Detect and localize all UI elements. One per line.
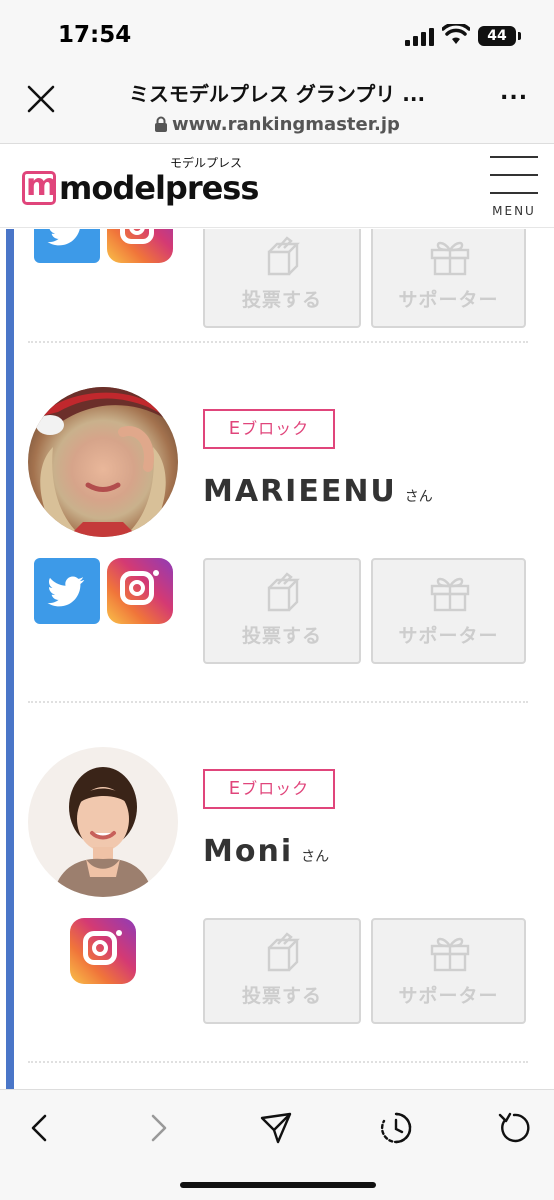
vote-button[interactable]: 投票する [203, 918, 361, 1024]
block-badge: Eブロック [203, 769, 335, 809]
instagram-icon[interactable] [107, 229, 173, 263]
supporter-button[interactable]: サポーター [371, 558, 526, 664]
logo-text: modelpress [59, 169, 259, 207]
lock-icon [155, 116, 168, 132]
close-icon[interactable] [26, 84, 56, 114]
history-icon[interactable] [378, 1110, 414, 1146]
share-icon[interactable] [258, 1110, 294, 1146]
url-text: www.rankingmaster.jp [172, 114, 400, 135]
entry-list: 投票する サポーター Eブロック MARIEENU さん 投票する サポーター … [0, 229, 554, 1089]
home-indicator[interactable] [180, 1182, 376, 1188]
contestant-name-text: Moni [203, 834, 294, 869]
vote-label: 投票する [241, 625, 322, 647]
vote-button[interactable]: 投票する [203, 558, 361, 664]
avatar-photo [28, 387, 178, 537]
forward-icon[interactable] [140, 1110, 176, 1146]
entry-divider [28, 341, 528, 343]
supporter-label: サポーター [398, 289, 499, 311]
modelpress-logo[interactable]: modelpress モデルプレス [22, 156, 259, 207]
honorific: さん [301, 849, 330, 865]
entry-divider [28, 701, 528, 703]
logo-subtext: モデルプレス [170, 156, 243, 170]
supporter-button[interactable]: サポーター [371, 229, 526, 328]
block-letter: E [228, 418, 242, 439]
vote-button[interactable]: 投票する [203, 229, 361, 328]
supporter-button[interactable]: サポーター [371, 918, 526, 1024]
gift-icon [430, 241, 470, 276]
side-rail [6, 229, 14, 1089]
block-letter: E [228, 778, 242, 799]
cellular-signal-icon [405, 28, 434, 46]
status-bar: 17:54 44 [0, 0, 554, 70]
avatar[interactable] [28, 747, 178, 897]
vote-label: 投票する [241, 985, 322, 1007]
page-title: ミスモデルプレス グランプリ ... [128, 82, 426, 106]
gift-icon [430, 937, 470, 972]
site-header: modelpress モデルプレス MENU [0, 144, 554, 228]
avatar[interactable] [28, 387, 178, 537]
clock: 17:54 [58, 22, 132, 48]
vote-label: 投票する [241, 289, 322, 311]
block-badge: Eブロック [203, 409, 335, 449]
honorific: さん [404, 489, 433, 505]
ballot-box-icon [267, 236, 300, 276]
entry-divider [28, 1061, 528, 1063]
contestant-name-text: MARIEENU [203, 474, 397, 509]
hamburger-line [490, 156, 538, 158]
wifi-icon [442, 24, 470, 44]
twitter-icon[interactable] [34, 229, 100, 263]
back-icon[interactable] [22, 1110, 58, 1146]
contestant-name[interactable]: Moni さん [203, 834, 329, 869]
supporter-label: サポーター [398, 625, 499, 647]
hamburger-line [490, 192, 538, 194]
url-bar[interactable]: www.rankingmaster.jp [100, 114, 454, 135]
logo-mark [22, 168, 57, 205]
ballot-box-icon [267, 572, 300, 612]
supporter-label: サポーター [398, 985, 499, 1007]
contestant-name[interactable]: MARIEENU さん [203, 474, 433, 509]
twitter-icon[interactable] [34, 558, 100, 624]
instagram-icon[interactable] [70, 918, 136, 984]
more-button[interactable]: ... [500, 80, 528, 105]
menu-label: MENU [492, 204, 536, 218]
ballot-box-icon [267, 932, 300, 972]
battery-tip [518, 32, 521, 40]
browser-header: ミスモデルプレス グランプリ ... www.rankingmaster.jp … [0, 70, 554, 144]
instagram-icon[interactable] [107, 558, 173, 624]
menu-button[interactable]: MENU [488, 156, 540, 220]
avatar-photo [53, 767, 153, 897]
battery-icon: 44 [478, 26, 516, 46]
reload-icon[interactable] [496, 1110, 532, 1146]
gift-icon [430, 577, 470, 612]
block-suffix: ブロック [241, 779, 310, 798]
hamburger-line [490, 174, 538, 176]
block-suffix: ブロック [241, 419, 310, 438]
